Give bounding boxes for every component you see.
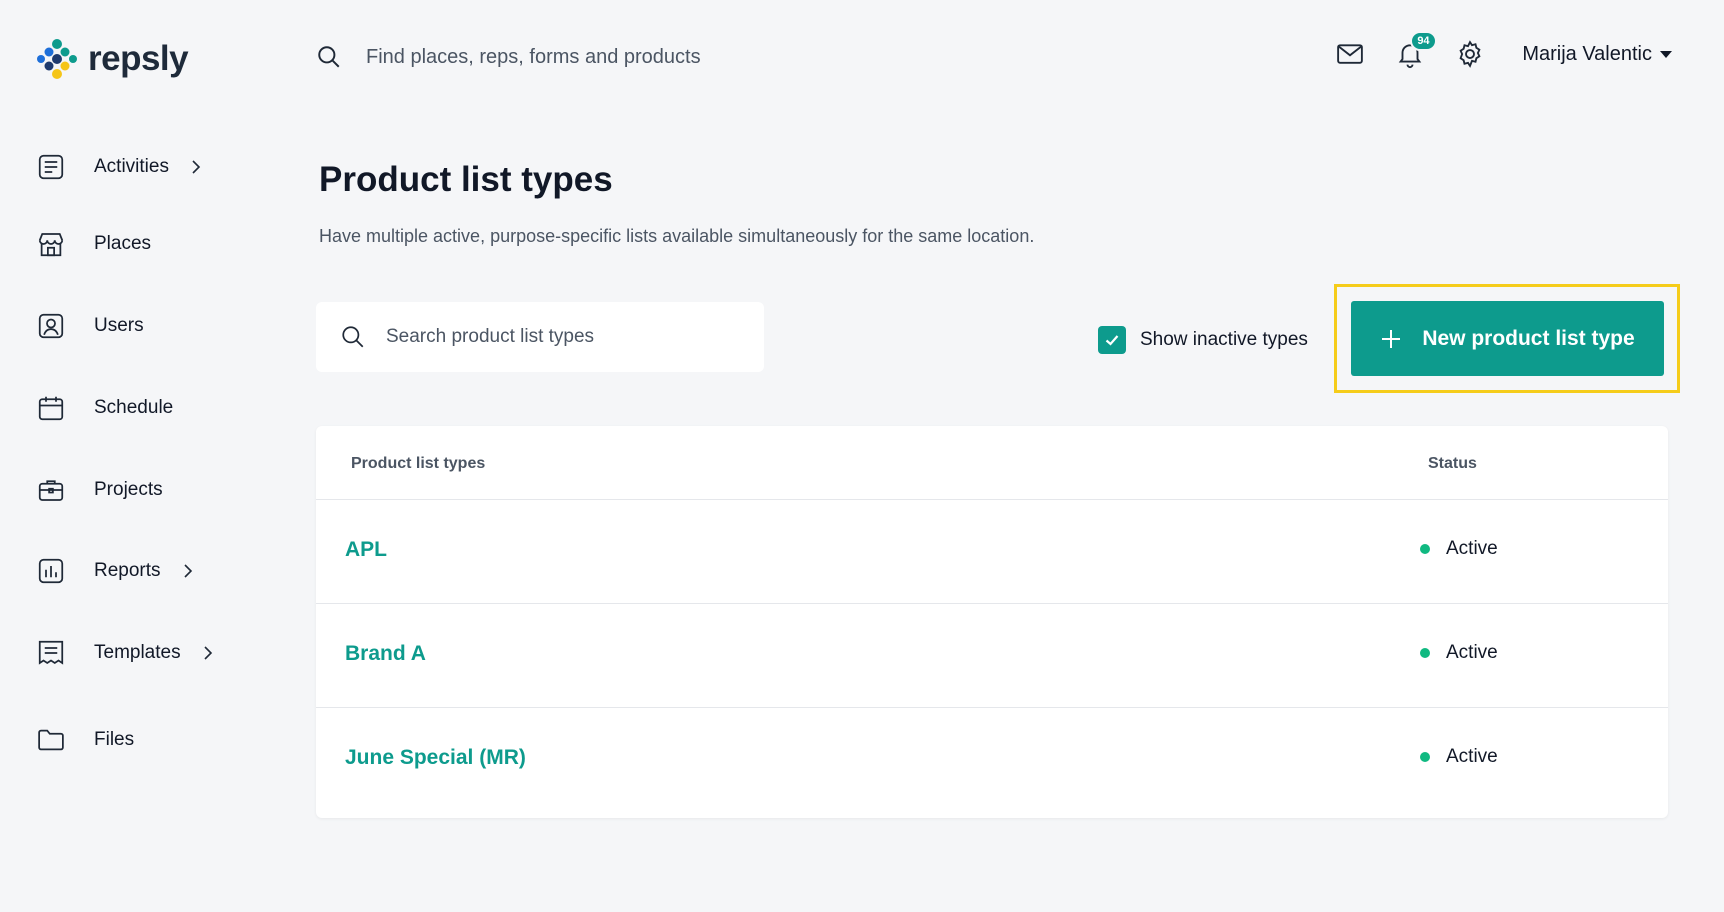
briefcase-icon — [38, 480, 64, 501]
chevron-right-icon — [204, 646, 212, 660]
status-active-dot — [1420, 752, 1430, 762]
search-icon — [318, 46, 340, 68]
activities-icon — [38, 154, 64, 180]
sidebar-item-activities[interactable]: Activities — [36, 150, 201, 184]
search-icon — [342, 326, 364, 348]
sidebar-item-files[interactable]: Files — [36, 723, 134, 757]
sidebar-item-places[interactable]: Places — [36, 227, 151, 261]
sidebar-item-reports[interactable]: Reports — [36, 554, 193, 588]
repsly-logo-icon — [37, 39, 77, 79]
mail-icon — [1337, 44, 1364, 64]
product-list-type-link[interactable]: APL — [345, 538, 387, 562]
table-row: Brand A Active — [316, 604, 1668, 708]
status-text: Active — [1446, 746, 1498, 767]
bar-chart-icon — [38, 558, 64, 584]
brand-name: repsly — [88, 39, 189, 78]
user-name: Marija Valentic — [1522, 42, 1652, 65]
status-active-dot — [1420, 544, 1430, 554]
sidebar-item-schedule[interactable]: Schedule — [36, 391, 173, 425]
chevron-right-icon — [183, 564, 192, 578]
status-active-dot — [1420, 648, 1430, 658]
global-search-input[interactable] — [366, 45, 786, 69]
settings-button[interactable] — [1454, 38, 1486, 70]
new-product-list-type-button[interactable]: New product list type — [1351, 301, 1664, 376]
column-header-status: Status — [1428, 455, 1477, 472]
caret-down-icon — [1660, 50, 1672, 58]
new-button-label: New product list type — [1422, 326, 1635, 350]
product-list-search-input[interactable] — [386, 326, 726, 348]
notifications-button[interactable]: 94 — [1394, 31, 1437, 70]
chevron-right-icon — [192, 160, 201, 174]
table-header: Product list types Status — [316, 426, 1668, 500]
store-icon — [38, 233, 64, 257]
status-cell: Active — [1420, 642, 1498, 664]
status-cell: Active — [1420, 538, 1498, 560]
show-inactive-label: Show inactive types — [1140, 329, 1308, 350]
notification-badge: 94 — [1410, 31, 1437, 51]
status-text: Active — [1446, 538, 1498, 559]
folder-icon — [38, 729, 64, 751]
gear-icon — [1459, 40, 1481, 68]
repsly-logo[interactable]: repsly — [36, 38, 189, 80]
column-header-name: Product list types — [351, 455, 486, 472]
messages-button[interactable] — [1334, 38, 1366, 70]
header-actions: 94 Marija Valentic — [1334, 31, 1672, 70]
sidebar-item-users[interactable]: Users — [36, 309, 144, 343]
page-title: Product list types — [319, 160, 613, 199]
product-list-type-link[interactable]: June Special (MR) — [345, 746, 526, 770]
global-search — [316, 44, 786, 70]
table-row: APL Active — [316, 500, 1668, 604]
product-list-type-link[interactable]: Brand A — [345, 642, 426, 666]
calendar-icon — [38, 396, 64, 421]
sidebar-item-projects[interactable]: Projects — [36, 473, 163, 507]
product-list-types-table: Product list types Status APL Active Bra… — [316, 426, 1668, 818]
status-cell: Active — [1420, 746, 1498, 768]
product-list-search — [316, 302, 764, 372]
page-description: Have multiple active, purpose-specific l… — [319, 226, 1035, 246]
user-menu[interactable]: Marija Valentic — [1522, 43, 1672, 66]
user-icon — [38, 313, 64, 339]
show-inactive-checkbox[interactable] — [1098, 326, 1126, 354]
template-icon — [38, 640, 64, 665]
plus-icon — [1382, 329, 1401, 348]
show-inactive-toggle[interactable]: Show inactive types — [1098, 326, 1308, 354]
sidebar-item-templates[interactable]: Templates — [36, 636, 213, 670]
table-row: June Special (MR) Active — [316, 708, 1668, 812]
checkmark-icon — [1105, 335, 1119, 346]
status-text: Active — [1446, 642, 1498, 663]
